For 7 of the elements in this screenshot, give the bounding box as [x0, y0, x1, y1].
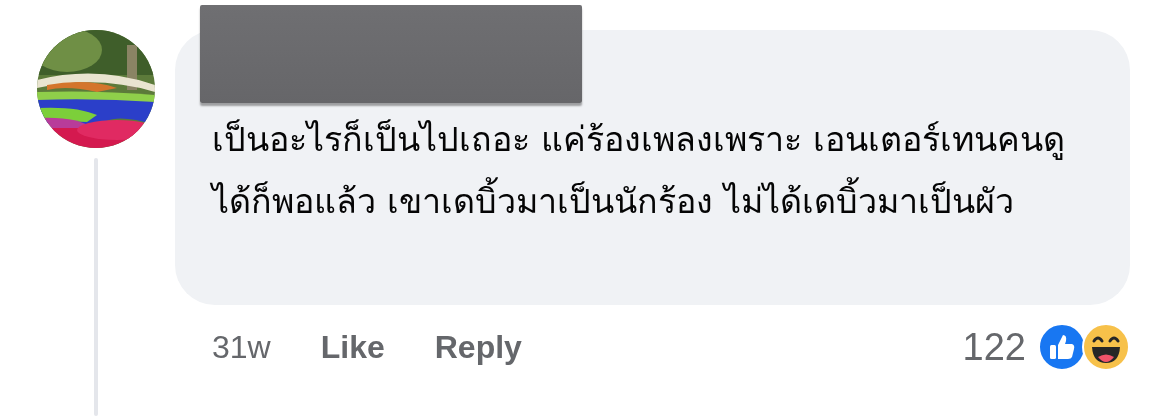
comment-text: เป็นอะไรก็เป็นไปเถอะ แค่ร้องเพลงเพราะ เอนเตอร์เทนคนดูได้ก็พอแล้ว เขาเดบิ้วมาเป็นนักร้อง ไม่ได้เดบิ้วมาเป็นผัว [212, 118, 1066, 223]
like-link[interactable]: Like [320, 328, 385, 366]
laughing-emoji-icon[interactable] [1082, 323, 1130, 371]
thumbs-up-icon[interactable] [1038, 323, 1086, 371]
reaction-count[interactable]: 122 [962, 325, 1026, 369]
reply-link[interactable]: Reply [434, 328, 522, 366]
comment-time: 31w [212, 328, 271, 366]
